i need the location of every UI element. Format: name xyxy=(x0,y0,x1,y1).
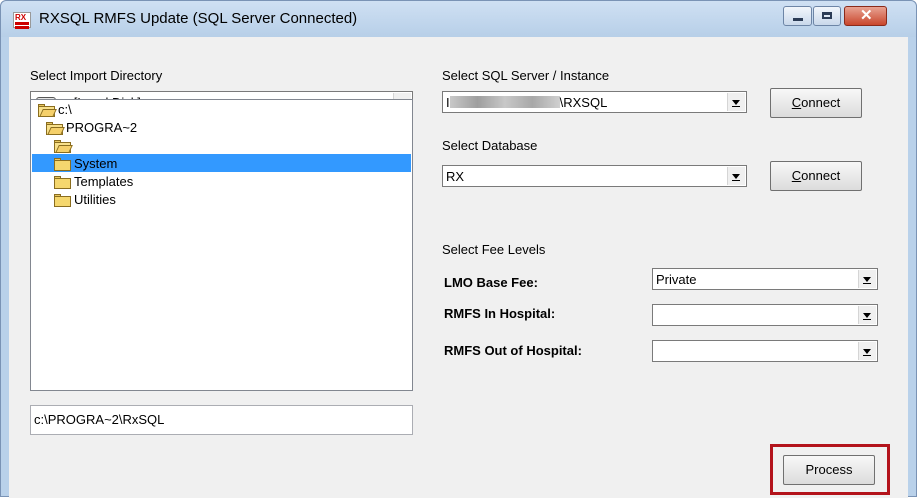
rmfs-out-hospital-select[interactable] xyxy=(652,340,878,362)
minimize-button[interactable] xyxy=(783,6,812,26)
database-value: RX xyxy=(446,169,465,184)
logo-mark: RX xyxy=(15,13,27,22)
server-value-suffix: \RXSQL xyxy=(559,95,608,110)
open-folder-icon xyxy=(54,140,73,153)
database-label: Select Database xyxy=(442,138,538,153)
folder-icon xyxy=(54,176,71,189)
connect-accesskey: C xyxy=(791,95,802,110)
chevron-down-icon[interactable] xyxy=(727,167,745,185)
tree-node-label: RxSQL xyxy=(74,138,116,153)
chevron-down-icon[interactable] xyxy=(858,342,876,360)
tree-node-label: System xyxy=(74,156,118,171)
directory-tree[interactable]: c:\ PROGRA~2 RxSQL System Templates Util… xyxy=(30,99,413,391)
process-highlight-box xyxy=(770,444,890,495)
folder-icon xyxy=(54,158,71,171)
tree-node-label: Utilities xyxy=(74,192,116,207)
chevron-down-icon[interactable] xyxy=(727,93,745,111)
client-area: Select Import Directory c: [Local Disk] … xyxy=(9,37,908,498)
logo-stripe xyxy=(15,26,29,29)
folder-body xyxy=(54,160,71,171)
selected-path-field[interactable]: c:\PROGRA~2\RxSQL xyxy=(30,405,413,435)
tree-node-label: c:\ xyxy=(58,102,72,117)
rmfs-out-hospital-label: RMFS Out of Hospital: xyxy=(444,343,582,358)
minimize-icon xyxy=(793,18,803,21)
open-folder-icon xyxy=(38,104,57,117)
title-bar[interactable]: RX RXSQL RMFS Update (SQL Server Connect… xyxy=(1,1,916,37)
import-directory-label: Select Import Directory xyxy=(30,68,163,83)
connect-label: onnect xyxy=(801,168,841,183)
redacted-server-name xyxy=(449,96,560,108)
sql-server-value: I \RXSQL xyxy=(446,95,607,110)
lmo-base-fee-select[interactable]: Private xyxy=(652,268,878,290)
fee-levels-label: Select Fee Levels xyxy=(442,242,546,257)
tree-node-label: Templates xyxy=(74,174,134,189)
sql-server-label: Select SQL Server / Instance xyxy=(442,68,610,83)
chevron-down-icon[interactable] xyxy=(858,270,876,288)
logo-stripe xyxy=(15,22,29,25)
folder-body xyxy=(54,196,71,207)
window-title: RXSQL RMFS Update (SQL Server Connected) xyxy=(39,10,358,27)
close-button[interactable]: ✕ xyxy=(844,6,887,26)
lmo-base-fee-value: Private xyxy=(656,272,697,287)
rx-logo-icon: RX xyxy=(13,12,31,29)
rmfs-in-hospital-label: RMFS In Hospital: xyxy=(444,306,556,321)
main-window: RX RXSQL RMFS Update (SQL Server Connect… xyxy=(0,0,917,498)
database-select[interactable]: RX xyxy=(442,165,747,187)
connect-label: onnect xyxy=(801,95,841,110)
lmo-base-fee-label: LMO Base Fee: xyxy=(444,275,538,290)
tree-node-label: PROGRA~2 xyxy=(66,120,138,135)
maximize-button[interactable] xyxy=(813,6,841,26)
chevron-down-icon[interactable] xyxy=(858,306,876,324)
folder-icon xyxy=(54,194,71,207)
close-icon: ✕ xyxy=(860,7,873,24)
folder-body xyxy=(54,178,71,189)
maximize-icon xyxy=(822,12,832,19)
rmfs-in-hospital-select[interactable] xyxy=(652,304,878,326)
open-folder-icon xyxy=(46,122,65,135)
connect-database-button[interactable]: Connect xyxy=(770,161,862,191)
sql-server-select[interactable]: I \RXSQL xyxy=(442,91,747,113)
connect-server-button[interactable]: Connect xyxy=(770,88,862,118)
connect-accesskey: C xyxy=(791,168,802,183)
selected-path-value: c:\PROGRA~2\RxSQL xyxy=(34,412,165,427)
